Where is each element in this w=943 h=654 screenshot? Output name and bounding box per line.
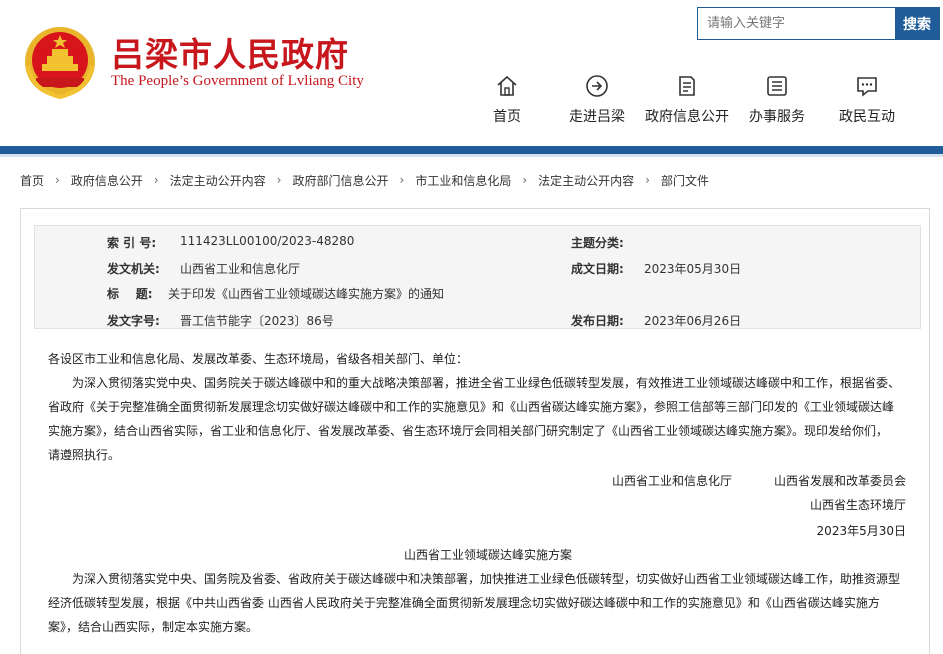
signature-issuer-1: 山西省工业和信息化厅 xyxy=(611,474,732,488)
search-input[interactable] xyxy=(698,8,895,39)
title-value: 关于印发《山西省工业领域碳达峰实施方案》的通知 xyxy=(168,287,445,301)
signature-issuer-3: 山西省生态环境厅 xyxy=(809,498,906,512)
paragraph-line: 为深入贯彻落实党中央、国务院关于碳达峰碳中和的重大战略决策部署，推进全省工业绿色… xyxy=(72,376,901,390)
site-header: 吕梁市人民政府 The People’s Government of Lvlia… xyxy=(0,0,943,146)
index-label: 索 引 号: xyxy=(107,236,157,250)
breadcrumb-item[interactable]: 市工业和信息化局 xyxy=(415,172,511,189)
signature-issuer-2: 山西省发展和改革委员会 xyxy=(773,474,906,488)
nav-services-label: 办事服务 xyxy=(749,109,805,125)
nav-services[interactable]: 办事服务 xyxy=(732,74,822,126)
breadcrumb-item[interactable]: 部门文件 xyxy=(661,172,709,189)
meta-row: 发文字号: 晋工信节能字〔2023〕86号 发布日期: 2023年06月26日 xyxy=(35,312,922,338)
document-metadata: 索 引 号: 111423LL00100/2023-48280 主题分类: 发文… xyxy=(34,225,921,329)
header-divider-bar xyxy=(0,146,943,154)
chevron-right-icon: › xyxy=(55,173,60,187)
meta-row: 标 题: 关于印发《山西省工业领域碳达峰实施方案》的通知 xyxy=(35,285,922,311)
plan-title: 山西省工业领域碳达峰实施方案 xyxy=(404,548,573,562)
chat-icon xyxy=(857,77,877,97)
breadcrumb: 首页 › 政府信息公开 › 法定主动公开内容 › 政府部门信息公开 › 市工业和… xyxy=(20,166,943,194)
issuer-label: 发文机关: xyxy=(107,262,160,276)
home-icon xyxy=(497,75,517,96)
nav-home-label: 首页 xyxy=(493,109,521,125)
breadcrumb-item[interactable]: 政府信息公开 xyxy=(71,172,143,189)
chevron-right-icon: › xyxy=(522,173,528,187)
index-value: 111423LL00100/2023-48280 xyxy=(180,234,355,248)
salutation: 各设区市工业和信息化局、发展改革委、生态环境局，省级各相关部门、单位： xyxy=(48,352,469,366)
published-date-value: 2023年06月26日 xyxy=(644,314,742,328)
meta-row: 发文机关: 山西省工业和信息化厅 成文日期: 2023年05月30日 xyxy=(35,260,922,286)
site-subtitle: The People’s Government of Lvliang City xyxy=(111,73,364,89)
document-icon xyxy=(679,76,695,96)
nav-about[interactable]: 走进吕梁 xyxy=(552,74,642,126)
nav-interaction[interactable]: 政民互动 xyxy=(822,74,912,126)
chevron-right-icon: › xyxy=(153,173,159,187)
meta-row: 索 引 号: 111423LL00100/2023-48280 主题分类: xyxy=(35,234,922,260)
breadcrumb-item[interactable]: 法定主动公开内容 xyxy=(170,172,266,189)
paragraph-line: 经济低碳转型发展，根据《中共山西省委 山西省人民政府关于完整准确全面贯彻新发展理… xyxy=(48,596,880,610)
paragraph-line: 为深入贯彻落实党中央、国务院及省委、省政府关于碳达峰碳中和决策部署，加快推进工业… xyxy=(72,572,901,586)
site-title: 吕梁市人民政府 xyxy=(111,35,349,74)
published-date-label: 发布日期: xyxy=(571,314,624,328)
search-button[interactable]: 搜索 xyxy=(895,8,939,39)
nav-about-label: 走进吕梁 xyxy=(569,109,625,125)
article-container: 索 引 号: 111423LL00100/2023-48280 主题分类: 发文… xyxy=(20,208,930,654)
chevron-right-icon: › xyxy=(399,173,405,187)
chevron-right-icon: › xyxy=(645,173,650,187)
header-divider-line xyxy=(0,154,943,157)
nav-info-disclosure[interactable]: 政府信息公开 xyxy=(642,74,732,126)
docno-value: 晋工信节能字〔2023〕86号 xyxy=(180,314,334,328)
docno-label: 发文字号: xyxy=(107,314,160,328)
paragraph-line: 案》，结合山西实际，制定本实施方案。 xyxy=(48,620,259,634)
list-icon xyxy=(767,76,787,96)
paragraph-line: 实施方案》，结合山西省实际，省工业和信息化厅、省发展改革委、省生态环境厅会同相关… xyxy=(48,424,889,438)
main-nav: 首页 走进吕梁 政府信息公开 办事服务 政民互动 xyxy=(462,74,912,126)
breadcrumb-item[interactable]: 法定主动公开内容 xyxy=(538,172,634,189)
search-box: 搜索 xyxy=(697,7,940,40)
issuer-value: 山西省工业和信息化厅 xyxy=(180,262,301,276)
category-label: 主题分类: xyxy=(571,236,624,250)
nav-interaction-label: 政民互动 xyxy=(839,109,895,125)
breadcrumb-item[interactable]: 首页 xyxy=(20,172,44,189)
created-date-label: 成文日期: xyxy=(571,262,624,276)
signature-date: 2023年5月30日 xyxy=(816,524,906,538)
national-emblem-icon[interactable] xyxy=(22,26,98,100)
nav-info-disclosure-label: 政府信息公开 xyxy=(645,109,729,125)
arrow-circle-icon xyxy=(586,75,608,97)
paragraph-line: 省政府《关于完整准确全面贯彻新发展理念切实做好碳达峰碳中和工作的实施意见》和《山… xyxy=(48,400,895,414)
chevron-right-icon: › xyxy=(276,173,282,187)
nav-home[interactable]: 首页 xyxy=(462,74,552,126)
created-date-value: 2023年05月30日 xyxy=(644,262,742,276)
breadcrumb-item[interactable]: 政府部门信息公开 xyxy=(292,172,388,189)
title-label: 标 题: xyxy=(107,287,153,301)
paragraph-line: 请遵照执行。 xyxy=(48,448,121,462)
